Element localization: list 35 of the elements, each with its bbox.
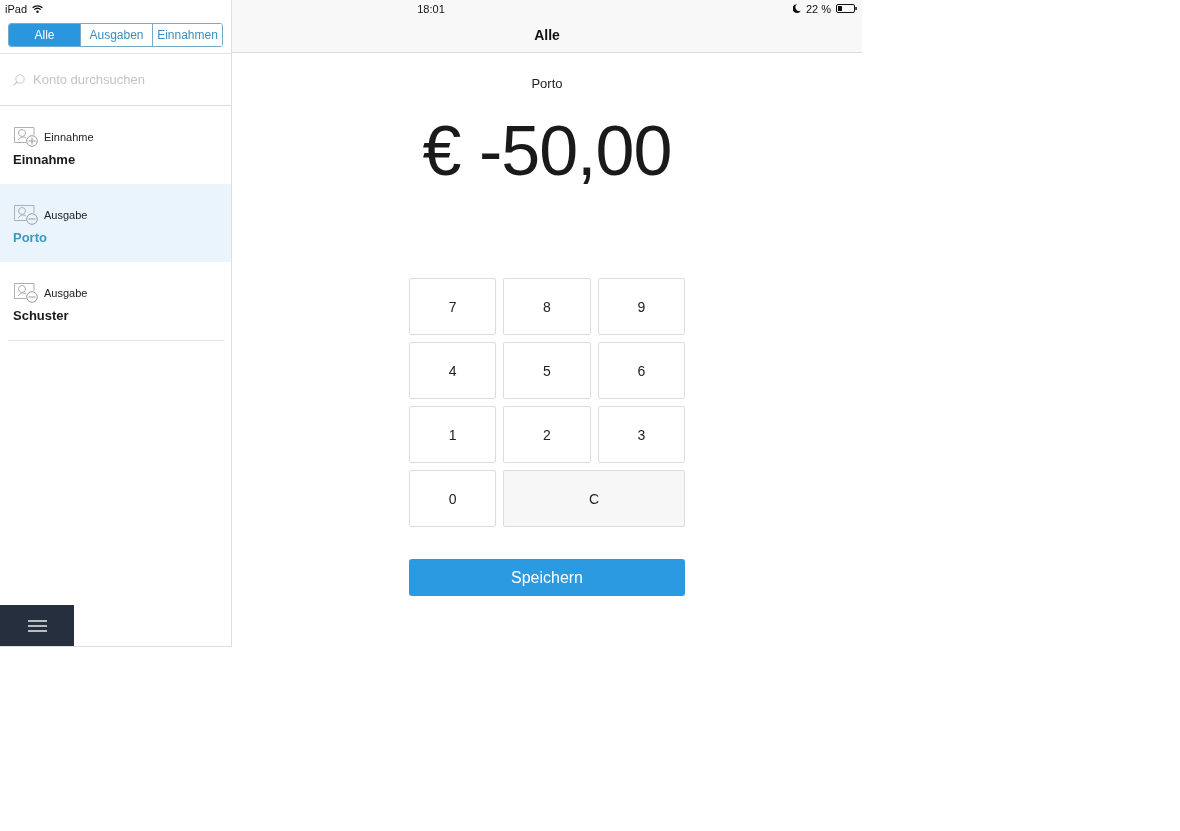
search-icon	[13, 73, 25, 86]
digit-key[interactable]: 6	[597, 342, 685, 399]
account-list-item[interactable]: Ausgabe Porto	[0, 184, 231, 262]
account-title: Porto	[531, 76, 563, 92]
menu-icon	[27, 619, 47, 632]
account-type-label: Einnahme	[44, 130, 94, 143]
digit-key[interactable]: 5	[503, 342, 591, 399]
digit-key[interactable]: 8	[503, 278, 591, 335]
device-name: iPad	[5, 2, 28, 15]
battery-percent: 22 %	[805, 2, 831, 15]
digit-key[interactable]: 4	[409, 342, 497, 399]
filter-tab[interactable]: Einnahmen	[152, 24, 222, 46]
digit-key[interactable]: 3	[597, 406, 685, 463]
digit-key[interactable]: 9	[597, 278, 685, 335]
card-plus-icon	[13, 126, 38, 147]
account-name: Einnahme	[13, 152, 76, 167]
moon-icon	[792, 4, 801, 13]
battery-icon	[836, 4, 857, 13]
search-field[interactable]: Konto durchsuchen	[33, 69, 218, 90]
menu-button[interactable]	[0, 605, 74, 646]
digit-key[interactable]: 2	[503, 406, 591, 463]
amount-display: € -50,00	[422, 111, 672, 192]
wifi-icon	[32, 4, 44, 13]
header-title: Alle	[534, 26, 560, 43]
digit-key[interactable]: 1	[409, 406, 497, 463]
account-type-label: Ausgabe	[44, 286, 88, 299]
status-time: 18:01	[417, 2, 445, 15]
clear-key[interactable]: C	[503, 470, 685, 527]
card-minus-icon	[13, 282, 38, 303]
card-minus-icon	[13, 204, 38, 225]
digit-key[interactable]: 0	[409, 470, 497, 527]
account-name: Porto	[13, 230, 47, 245]
digit-key[interactable]: 7	[409, 278, 497, 335]
account-type-label: Ausgabe	[44, 208, 88, 221]
account-name: Schuster	[13, 308, 69, 323]
